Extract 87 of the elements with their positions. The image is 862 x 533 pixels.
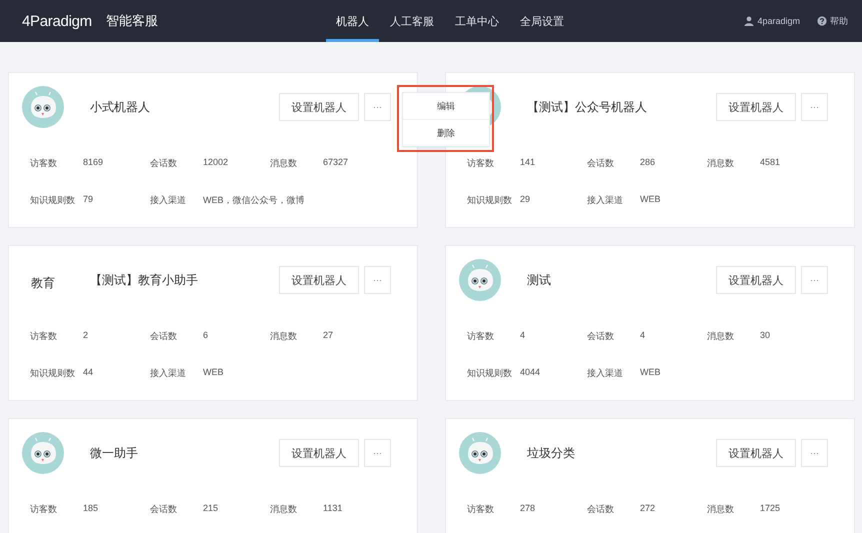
menu-item[interactable]: 删除	[403, 119, 489, 146]
stat-label: 知识规则数	[467, 194, 513, 206]
stat-label: 访客数	[467, 502, 495, 516]
stat-label: 消息数	[707, 156, 735, 170]
stat-value: 1131	[323, 502, 342, 514]
stat-value: WEB	[640, 366, 661, 378]
user-icon	[744, 16, 754, 26]
help-icon	[817, 16, 827, 26]
robot-name: 小式机器人	[90, 98, 150, 116]
nav-tab[interactable]: 全局设置	[510, 0, 574, 42]
stat-label: 访客数	[30, 330, 58, 342]
robot-avatar-icon	[459, 259, 501, 301]
setup-robot-button[interactable]: 设置机器人	[716, 266, 796, 294]
setup-robot-button[interactable]: 设置机器人	[279, 439, 359, 467]
robot-name: 【测试】公众号机器人	[527, 98, 647, 116]
more-button[interactable]: ···	[364, 93, 391, 121]
stat-value: 272	[640, 502, 656, 514]
stat-label: 消息数	[270, 330, 298, 342]
nav-tab[interactable]: 人工客服	[380, 0, 444, 42]
stat-label: 接入渠道	[150, 366, 187, 380]
stat-value: 12002	[203, 156, 228, 168]
user-link[interactable]: 4paradigm	[757, 16, 800, 26]
stat-label: 会话数	[150, 156, 178, 170]
nav-tab[interactable]: 机器人	[326, 0, 379, 42]
menu-item[interactable]: 编辑	[403, 93, 489, 119]
robot-avatar-icon	[22, 432, 64, 474]
stat-value: WEB，微信公众号，微博	[203, 194, 305, 206]
stat-value: 44	[83, 366, 94, 378]
stat-label: 消息数	[270, 502, 298, 516]
stat-label: 访客数	[467, 330, 495, 342]
stat-value: 1725	[760, 502, 780, 514]
stat-label: 会话数	[587, 156, 615, 170]
stat-value: 27	[323, 330, 334, 342]
more-button[interactable]: ···	[364, 439, 391, 467]
robot-avatar-icon	[22, 86, 64, 128]
stat-label: 接入渠道	[587, 366, 624, 380]
stat-label: 知识规则数	[30, 366, 76, 380]
stat-value: 6	[203, 330, 208, 342]
stat-value: 8169	[83, 156, 104, 168]
robot-name: 垃圾分类	[527, 444, 575, 462]
stat-value: 286	[640, 156, 656, 168]
setup-robot-button[interactable]: 设置机器人	[716, 439, 796, 467]
stat-value: 215	[203, 502, 218, 514]
product-name: 智能客服	[106, 12, 158, 30]
stat-label: 访客数	[30, 502, 58, 516]
stat-label: 知识规则数	[30, 194, 76, 206]
stat-label: 消息数	[707, 502, 735, 516]
stat-value: 4044	[520, 366, 540, 378]
stat-label: 接入渠道	[150, 194, 187, 206]
stat-label: 会话数	[150, 330, 178, 342]
stat-value: 4	[640, 330, 646, 342]
stat-value: 79	[83, 194, 94, 206]
stat-label: 知识规则数	[467, 366, 513, 380]
more-button[interactable]: ···	[801, 93, 828, 121]
stat-value: WEB	[203, 366, 224, 378]
stat-value: 4581	[760, 156, 780, 168]
stat-value: 2	[83, 330, 88, 342]
robot-name: 测试	[527, 272, 551, 288]
stat-value: 185	[83, 502, 98, 514]
setup-robot-button[interactable]: 设置机器人	[716, 93, 796, 121]
more-button[interactable]: ···	[801, 266, 828, 294]
stat-label: 接入渠道	[587, 194, 624, 206]
stat-value: 4	[520, 330, 526, 342]
stat-value: 141	[520, 156, 536, 168]
setup-robot-button[interactable]: 设置机器人	[279, 93, 359, 121]
more-button[interactable]: ···	[801, 439, 828, 467]
stat-value: 67327	[323, 156, 348, 168]
stat-label: 消息数	[707, 330, 735, 342]
stat-label: 会话数	[587, 502, 615, 516]
stat-value: 278	[520, 502, 536, 514]
nav-tab[interactable]: 工单中心	[445, 0, 509, 42]
robot-name: 【测试】教育小助手	[90, 272, 198, 288]
robot-avatar-icon	[459, 432, 501, 474]
setup-robot-button[interactable]: 设置机器人	[279, 266, 359, 294]
stat-label: 会话数	[587, 330, 615, 342]
stat-label: 消息数	[270, 156, 298, 170]
stat-label: 访客数	[30, 156, 58, 170]
avatar-label: 教育	[30, 274, 56, 292]
logo[interactable]: 4Paradigm	[22, 12, 92, 30]
stat-value: 30	[760, 330, 770, 342]
stat-label: 访客数	[467, 156, 495, 170]
stat-value: WEB	[640, 194, 661, 206]
stat-label: 会话数	[150, 502, 178, 516]
more-button[interactable]: ···	[364, 266, 391, 294]
stat-value: 29	[520, 194, 530, 206]
help-link[interactable]: 帮助	[830, 14, 848, 28]
robot-name: 微一助手	[90, 444, 138, 462]
